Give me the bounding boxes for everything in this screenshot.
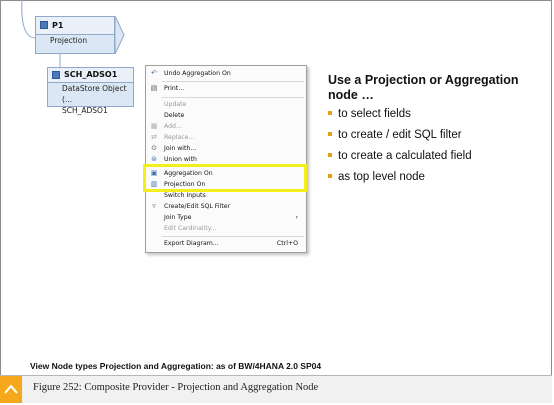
caret-up-icon[interactable] [0, 376, 22, 403]
add-icon: ▦ [150, 122, 158, 130]
highlight-box [143, 164, 307, 192]
figure-caption: Figure 252: Composite Provider - Project… [0, 375, 552, 403]
union-icon: ⊜ [151, 155, 157, 163]
shortcut-label: Ctrl+O [276, 240, 298, 247]
filter-icon: ▿ [152, 202, 156, 210]
menu-separator [162, 81, 304, 82]
bullet-item: to create a calculated field [328, 150, 472, 162]
slide-title: Use a Projection or Aggregation node … [328, 73, 519, 102]
bullet-item: to create / edit SQL filter [328, 129, 462, 141]
menu-item-join-type[interactable]: Join Type › [146, 212, 306, 223]
bullet-icon [328, 110, 332, 115]
bullet-item: to select fields [328, 108, 411, 120]
undo-icon: ↶ [151, 69, 157, 77]
menu-item-add[interactable]: ▦ Add... [146, 121, 306, 132]
slide-note: View Node types Projection and Aggregati… [30, 361, 322, 371]
adso-node[interactable]: SCH_ADSO1 DataStore Object (... SCH_ADSO… [47, 67, 134, 115]
adso-node-line1: DataStore Object (... [62, 84, 127, 104]
bullet-icon [328, 152, 332, 157]
menu-item-delete[interactable]: Delete [146, 110, 306, 121]
menu-item-print[interactable]: ▤ Print... [146, 83, 306, 94]
menu-separator [162, 97, 304, 98]
bullet-item: as top level node [328, 171, 425, 183]
context-menu: ↶ Undo Aggregation On ▤ Print... Update … [145, 65, 307, 253]
menu-item-update[interactable]: Update [146, 99, 306, 110]
submenu-arrow-icon: › [295, 214, 298, 221]
adso-node-header: SCH_ADSO1 [48, 68, 133, 83]
menu-item-export-diagram[interactable]: Export Diagram... Ctrl+O [146, 238, 306, 249]
adso-node-icon [52, 71, 60, 79]
menu-item-create-edit-sql-filter[interactable]: ▿ Create/Edit SQL Filter [146, 201, 306, 212]
bullet-icon [328, 173, 332, 178]
menu-item-join-with[interactable]: ⊙ Join with... [146, 143, 306, 154]
menu-separator [162, 236, 304, 237]
adso-node-name: SCH_ADSO1 [64, 70, 118, 79]
print-icon: ▤ [150, 84, 158, 92]
replace-icon: ⇄ [151, 133, 157, 141]
menu-item-undo-aggregation[interactable]: ↶ Undo Aggregation On [146, 68, 306, 79]
adso-node-line2: SCH_ADSO1 [62, 106, 108, 115]
join-icon: ⊙ [151, 144, 157, 152]
caption-text: Figure 252: Composite Provider - Project… [33, 382, 319, 393]
menu-item-replace[interactable]: ⇄ Replace... [146, 132, 306, 143]
menu-item-edit-cardinality[interactable]: Edit Cardinality... [146, 223, 306, 234]
bullet-icon [328, 131, 332, 136]
